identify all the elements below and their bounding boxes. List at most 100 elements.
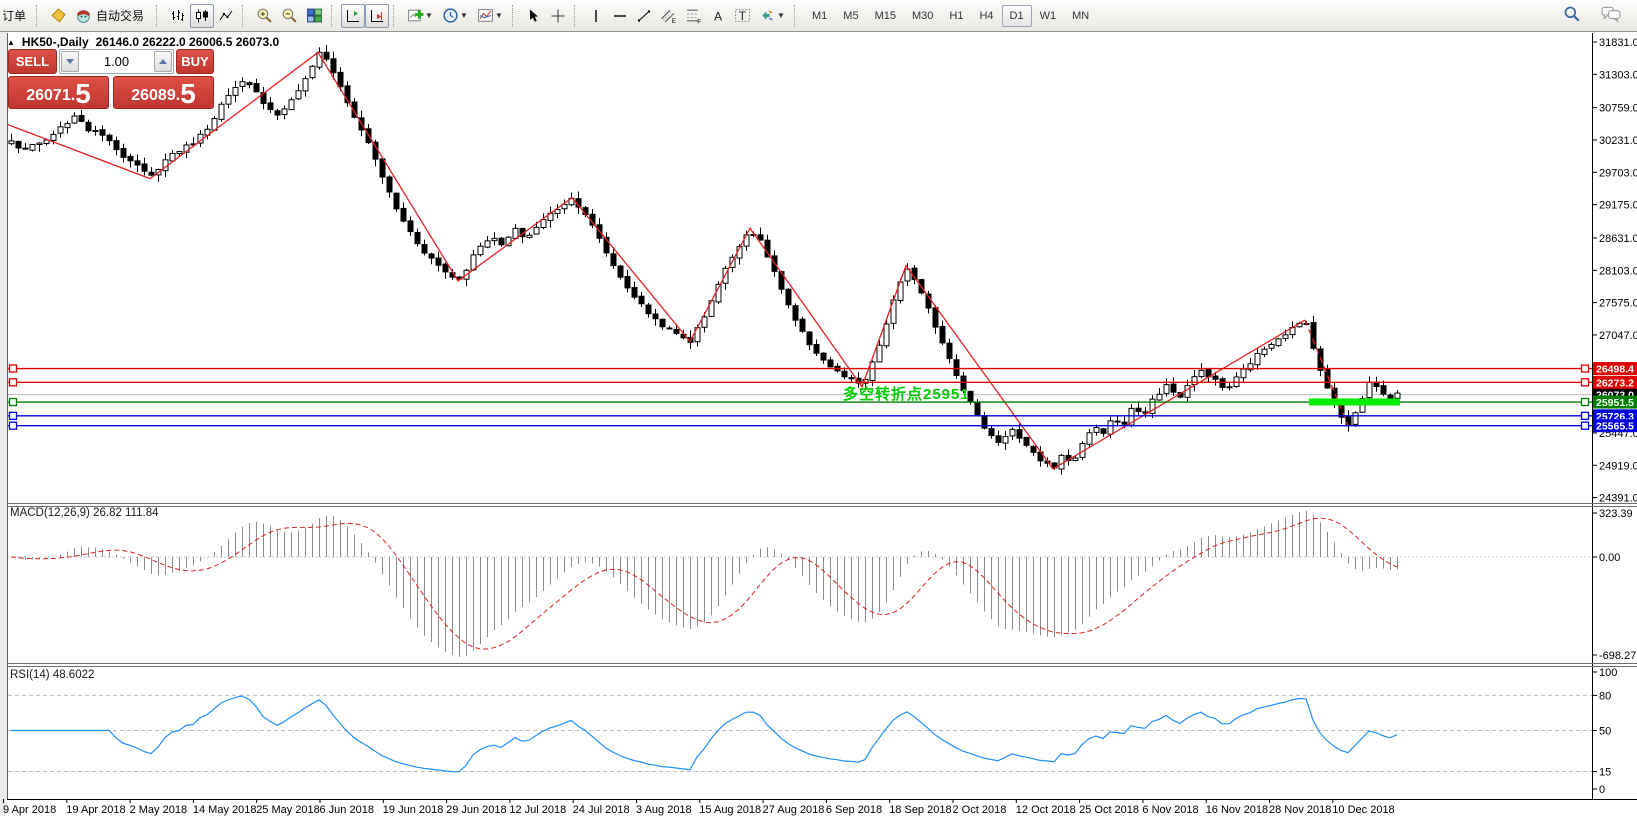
toolbar-grip: [36, 5, 41, 27]
line-handle[interactable]: [10, 399, 17, 406]
bear-candle-body: [1101, 429, 1106, 434]
date-axis-label: 6 Jun 2018: [320, 804, 374, 816]
zoom-in-button[interactable]: [252, 4, 277, 28]
line-handle[interactable]: [1582, 365, 1589, 372]
chart-shift-button[interactable]: [341, 4, 365, 28]
line-handle[interactable]: [10, 422, 17, 429]
arrows-button[interactable]: ▼: [755, 4, 790, 28]
sell-price[interactable]: 26071.5: [8, 76, 109, 109]
line-handle[interactable]: [1582, 422, 1589, 429]
zigzag-line: [8, 53, 1305, 469]
bear-candle-body: [1171, 384, 1176, 392]
bear-candle-body: [387, 177, 392, 192]
timeframe-h4[interactable]: H4: [971, 5, 1001, 27]
candle: [282, 105, 287, 119]
bull-candle-body: [492, 238, 497, 240]
cursor-icon: [526, 8, 542, 24]
search-button[interactable]: [1559, 2, 1585, 26]
channel-button[interactable]: E: [656, 4, 681, 28]
candle: [128, 154, 133, 168]
candle: [401, 202, 406, 222]
candle: [555, 204, 560, 218]
timeframe-d1[interactable]: D1: [1002, 5, 1032, 27]
macd-axis-label: -698.27: [1599, 650, 1636, 662]
candle: [499, 237, 504, 247]
candle: [1164, 378, 1169, 396]
vline-button[interactable]: [584, 4, 608, 28]
bear-candle-body: [121, 148, 126, 157]
volume-increase-button[interactable]: [154, 51, 172, 72]
timeframe-m1[interactable]: M1: [804, 5, 835, 27]
candle: [1171, 377, 1176, 395]
bull-candle-body: [1010, 429, 1015, 436]
autotrading-button[interactable]: 自动交易: [71, 4, 152, 28]
candle: [800, 317, 805, 333]
macd-histogram: [12, 511, 1398, 657]
candle: [30, 144, 35, 151]
line-handle[interactable]: [1582, 379, 1589, 386]
autotrading-label: 自动交易: [92, 7, 148, 24]
sell-button[interactable]: SELL: [8, 49, 57, 74]
new-order-button[interactable]: [46, 4, 71, 28]
templates-button[interactable]: ▼: [473, 4, 508, 28]
hline-button[interactable]: [608, 4, 632, 28]
chart-autoscroll-button[interactable]: [365, 4, 389, 28]
chart-title: ▲ HK50-,Daily 26146.0 26222.0 26006.5 26…: [7, 35, 279, 49]
orders-button[interactable]: 订单: [2, 4, 32, 28]
periods-button[interactable]: ▼: [438, 4, 473, 28]
zoom-out-button[interactable]: [277, 4, 302, 28]
chart-bars-button[interactable]: [166, 4, 190, 28]
candle: [247, 81, 252, 88]
line-handle[interactable]: [10, 379, 17, 386]
timeframe-mn[interactable]: MN: [1064, 5, 1097, 27]
crosshair-button[interactable]: [546, 4, 570, 28]
sell-price-int: 26071: [26, 88, 71, 106]
volume-value[interactable]: 1.00: [80, 50, 153, 73]
line-handle[interactable]: [1582, 399, 1589, 406]
timeframe-w1[interactable]: W1: [1032, 5, 1065, 27]
line-handle[interactable]: [10, 412, 17, 419]
price-axis-label: 31303.0: [1599, 69, 1637, 81]
line-handle[interactable]: [10, 365, 17, 372]
bear-candle-body: [1136, 408, 1141, 411]
buy-button[interactable]: BUY: [176, 49, 214, 74]
candle: [1157, 388, 1162, 401]
candle: [93, 126, 98, 136]
volume-decrease-button[interactable]: [61, 51, 79, 72]
bear-candle-body: [499, 238, 504, 245]
date-axis-label: 29 Jun 2018: [446, 804, 507, 816]
bear-candle-body: [1311, 322, 1316, 348]
text-label-button[interactable]: T: [730, 4, 755, 28]
bear-candle-body: [16, 141, 21, 148]
text-button[interactable]: A: [706, 4, 730, 28]
candle: [765, 235, 770, 258]
toolbar: 订单 自动交易: [0, 0, 1637, 32]
toolbar-grip: [242, 5, 247, 27]
chart-canvas[interactable]: 31831.031303.030759.030231.029703.029175…: [0, 0, 1637, 816]
svg-text:A: A: [714, 9, 722, 23]
timeframe-h1[interactable]: H1: [941, 5, 971, 27]
bear-candle-body: [800, 319, 805, 331]
collapse-marker-icon[interactable]: ▲: [7, 38, 15, 47]
level-price-tag: 25951.5: [1596, 397, 1634, 409]
candle: [1101, 428, 1106, 437]
price-axis-label: 24391.0: [1599, 493, 1637, 505]
fibonacci-button[interactable]: F: [681, 4, 706, 28]
indicators-button[interactable]: ▼: [403, 4, 438, 28]
bear-candle-body: [933, 308, 938, 327]
timeframe-m5[interactable]: M5: [835, 5, 866, 27]
chart-line-button[interactable]: [214, 4, 238, 28]
timeframe-m30[interactable]: M30: [904, 5, 941, 27]
chart-candles-button[interactable]: [190, 4, 214, 28]
timeframe-m15[interactable]: M15: [867, 5, 904, 27]
chat-button[interactable]: [1597, 2, 1625, 26]
bear-candle-body: [1220, 379, 1225, 388]
line-handle[interactable]: [1582, 412, 1589, 419]
buy-price[interactable]: 26089.5: [113, 76, 214, 109]
trendline-button[interactable]: [632, 4, 656, 28]
cursor-button[interactable]: [522, 4, 546, 28]
date-axis-label: 3 Aug 2018: [636, 804, 692, 816]
price-axis-label: 27047.0: [1599, 330, 1637, 342]
chart-annotation[interactable]: 多空转折点25951: [843, 383, 970, 404]
tile-windows-button[interactable]: [302, 4, 327, 28]
